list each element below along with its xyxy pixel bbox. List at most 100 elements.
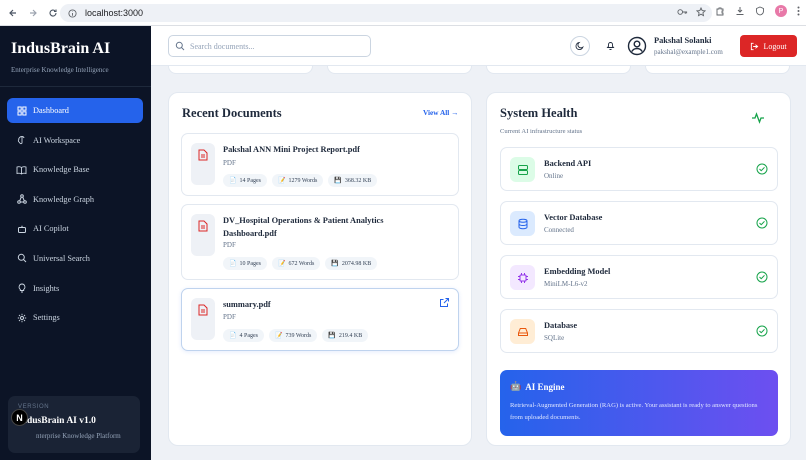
sidebar-item-dashboard[interactable]: Dashboard (7, 98, 143, 123)
sidebar-item-universal-search[interactable]: Universal Search (7, 246, 143, 271)
bookmark-star-icon[interactable] (696, 7, 706, 17)
service-row-embedding-model: Embedding Model MiniLM-L6-v2 (500, 255, 778, 299)
word-count: 672 Words (288, 260, 315, 267)
page-count: 4 Pages (239, 332, 258, 339)
site-info-icon[interactable] (68, 8, 77, 18)
cpu-icon (510, 265, 535, 290)
file-size-badge: 💾 2074.98 KB (325, 257, 378, 270)
forward-icon[interactable] (26, 6, 40, 20)
theme-toggle-button[interactable] (570, 36, 590, 56)
extensions-icon[interactable] (715, 6, 725, 16)
service-status: Connected (544, 226, 574, 234)
search-box[interactable] (168, 35, 371, 57)
check-circle-icon (756, 271, 768, 283)
size-icon: 💾 (334, 178, 342, 184)
dashboard-icon (16, 105, 27, 116)
document-type: PDF (223, 241, 236, 249)
logout-button[interactable]: Logout (740, 35, 797, 57)
brand-tagline: Enterprise Knowledge Intelligence (11, 66, 109, 74)
download-icon[interactable] (735, 6, 745, 16)
back-icon[interactable] (6, 6, 20, 20)
sidebar-item-label: AI Workspace (33, 135, 81, 145)
service-name: Embedding Model (544, 267, 611, 276)
password-key-icon[interactable] (677, 7, 688, 17)
document-type: PDF (223, 313, 236, 321)
ai-engine-title: AI Engine (525, 381, 565, 392)
search-icon (16, 253, 27, 264)
shield-icon[interactable] (755, 6, 765, 16)
document-name: DV_Hospital Operations & Patient Analyti… (223, 216, 384, 238)
pdf-file-icon (191, 143, 215, 185)
sidebar-nav: Dashboard AI Workspace Knowledge Base Kn… (7, 98, 143, 335)
system-health-subtitle: Current AI infrastructure status (500, 128, 583, 135)
page-count: 14 Pages (239, 177, 261, 184)
service-status: Online (544, 172, 564, 180)
pages-icon: 📄 (229, 178, 237, 184)
service-status: MiniLM-L6-v2 (544, 280, 588, 288)
service-row-database: Database SQLite (500, 309, 778, 353)
pdf-file-icon (191, 298, 215, 340)
ai-engine-banner: 🤖 AI Engine Retrieval-Augmented Generati… (500, 370, 778, 436)
sidebar-item-insights[interactable]: Insights (7, 276, 143, 301)
external-link-icon[interactable] (439, 297, 451, 309)
stat-card (645, 66, 790, 74)
lightbulb-icon (16, 283, 27, 294)
document-name: Pakshal ANN Mini Project Report.pdf (223, 145, 360, 154)
hard-drive-icon (510, 319, 535, 344)
sidebar-item-label: Universal Search (33, 253, 90, 263)
profile-avatar[interactable]: P (775, 5, 787, 17)
nextjs-dev-badge[interactable]: N (11, 409, 28, 426)
document-item[interactable]: Pakshal ANN Mini Project Report.pdf PDF … (181, 133, 459, 196)
system-health-card: System Health Current AI infrastructure … (486, 92, 791, 446)
service-row-vector-database: Vector Database Connected (500, 201, 778, 245)
sidebar-item-ai-copilot[interactable]: AI Copilot (7, 216, 143, 241)
sidebar-divider (0, 86, 151, 87)
document-item[interactable]: DV_Hospital Operations & Patient Analyti… (181, 204, 459, 280)
sidebar-item-label: Settings (33, 313, 60, 323)
pdf-file-icon (191, 214, 215, 256)
address-bar[interactable]: localhost:3000 (60, 4, 712, 22)
reload-icon[interactable] (46, 6, 60, 20)
server-icon (510, 157, 535, 182)
book-icon (16, 164, 27, 175)
sidebar-item-knowledge-base[interactable]: Knowledge Base (7, 157, 143, 182)
recent-documents-card: Recent Documents View All → Pakshal ANN … (168, 92, 472, 446)
browser-menu-icon[interactable] (797, 6, 800, 16)
stat-card (168, 66, 313, 74)
version-card: VERSION IndusBrain AI v1.0 nterprise Kno… (8, 396, 140, 453)
version-label: VERSION (18, 404, 50, 410)
sidebar-item-label: Knowledge Base (33, 165, 90, 175)
sidebar-item-ai-workspace[interactable]: AI Workspace (7, 128, 143, 153)
sidebar-item-label: Insights (33, 283, 60, 293)
notifications-button[interactable] (602, 37, 618, 53)
brain-icon (16, 135, 27, 146)
word-count: 1279 Words (288, 177, 318, 184)
recent-documents-title: Recent Documents (182, 106, 282, 120)
document-name: summary.pdf (223, 300, 271, 309)
service-name: Database (544, 321, 578, 330)
activity-pulse-icon (751, 111, 765, 125)
user-avatar-icon[interactable] (627, 36, 647, 56)
words-icon: 📝 (277, 178, 286, 184)
search-input[interactable] (190, 41, 360, 51)
system-health-title: System Health (500, 106, 578, 120)
page-count-badge: 📄 4 Pages (223, 329, 264, 342)
check-circle-icon (756, 325, 768, 337)
browser-toolbar: localhost:3000 P (0, 0, 806, 26)
page-count-badge: 📄 10 Pages (223, 257, 267, 270)
word-count-badge: 📝 672 Words (271, 257, 321, 270)
check-circle-icon (756, 163, 768, 175)
view-all-link[interactable]: View All → (423, 108, 458, 117)
sidebar-item-label: Knowledge Graph (33, 194, 95, 204)
file-size: 2074.98 KB (341, 260, 372, 267)
version-title: IndusBrain AI v1.0 (18, 416, 96, 426)
bot-icon (16, 223, 27, 234)
file-size-badge: 💾 368.32 KB (328, 174, 378, 187)
user-name: Pakshal Solanki (654, 36, 712, 45)
sidebar-item-settings[interactable]: Settings (7, 305, 143, 330)
top-header: Pakshal Solanki pakshal@example1.com Log… (151, 26, 806, 66)
sidebar-item-knowledge-graph[interactable]: Knowledge Graph (7, 187, 143, 212)
version-subtitle: nterprise Knowledge Platform (36, 432, 121, 440)
logout-icon (750, 42, 759, 51)
document-item[interactable]: summary.pdf PDF 📄 4 Pages 📝 739 Words 💾 219… (181, 288, 459, 351)
